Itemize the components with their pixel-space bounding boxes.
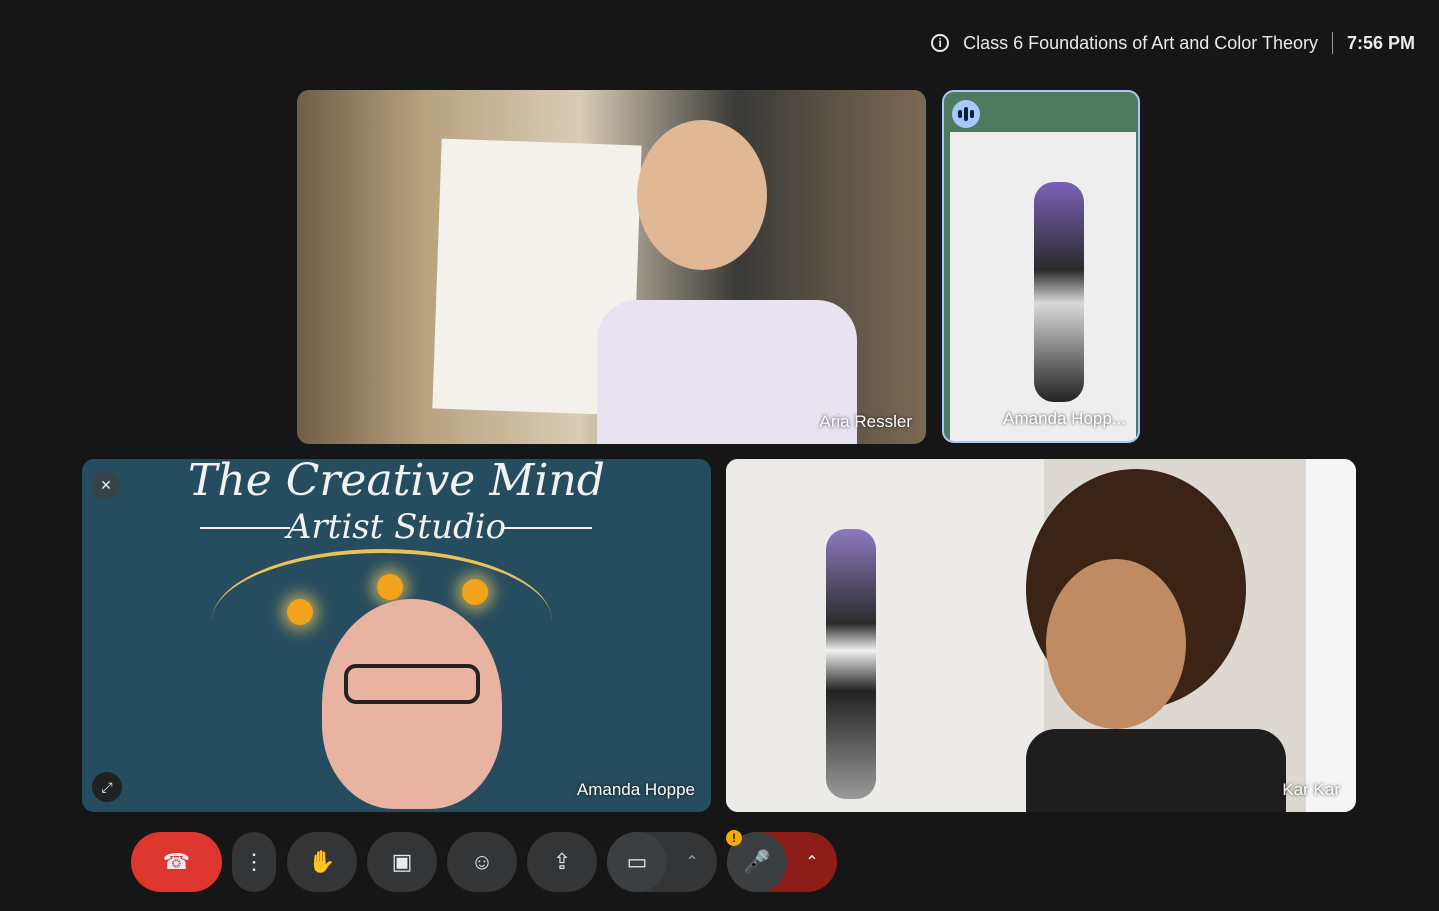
more-options-button[interactable]: ⋮ [232,832,276,892]
captions-button[interactable]: ▣ [367,832,437,892]
background-brand-title: The Creative Mind [188,459,605,506]
spotlight-icon [462,579,488,605]
present-screen-button[interactable]: ⇪ [527,832,597,892]
header-divider [1331,32,1333,54]
spotlight-icon [287,599,313,625]
raise-hand-button[interactable]: ✋ [287,832,357,892]
mic-control[interactable]: 🎤 ⌃ [727,832,837,892]
participant-name: Aria Ressler [819,412,912,431]
drawing-figure [826,529,876,799]
participant-name: Kar Kar [1282,780,1340,799]
camera-icon[interactable]: ▭ [607,832,667,892]
hand-icon: ✋ [308,849,336,874]
clock-time: 7:56 PM [1346,32,1415,53]
mic-options-chevron-icon[interactable]: ⌃ [787,852,837,872]
info-icon[interactable]: i [931,34,950,52]
meeting-header: i Class 6 Foundations of Art and Color T… [931,32,1415,54]
mic-warning-icon: ! [726,830,742,846]
held-drawing [726,459,1044,812]
more-vert-icon: ⋮ [243,849,265,874]
background-lamp [1306,459,1356,812]
drawing-figure [1034,182,1084,402]
expand-tile-icon[interactable]: ⤢ [92,772,122,802]
participant-video-body [597,300,857,444]
reactions-button[interactable]: ☺ [447,832,517,892]
participant-tile-amanda-hoppe[interactable]: The Creative Mind Artist Studio ✕ ⤢ Aman… [82,459,711,812]
participant-name: Amanda Hopp... [1003,409,1126,428]
meeting-title: Class 6 Foundations of Art and Color The… [963,32,1318,53]
mic-muted-icon: ✕ [92,471,120,499]
present-icon: ⇪ [552,849,572,874]
background-brand-subtitle: Artist Studio [286,507,507,547]
participant-video-body [1026,729,1286,812]
participant-name: Amanda Hoppe [576,780,695,799]
phone-hangup-icon: ☎ [162,849,191,874]
spotlight-icon [377,574,403,600]
speaking-indicator-icon [952,100,980,128]
camera-options-chevron-icon[interactable]: ⌃ [667,852,717,872]
captions-icon: ▣ [391,849,413,874]
participant-video-face [1046,559,1186,729]
brand-rule-right [502,527,592,529]
leave-call-button[interactable]: ☎ [131,832,222,892]
camera-control[interactable]: ▭ ⌃ [607,832,717,892]
participant-video-face [637,120,767,270]
participant-tile-kar[interactable]: Kar Kar [726,459,1356,812]
participant-glasses [344,664,480,704]
participant-video-face [322,599,502,809]
participant-tile-amanda-small[interactable]: Amanda Hopp... [942,90,1140,443]
participant-tile-aria[interactable]: Aria Ressler [297,90,926,444]
emoji-icon: ☺ [470,849,494,874]
